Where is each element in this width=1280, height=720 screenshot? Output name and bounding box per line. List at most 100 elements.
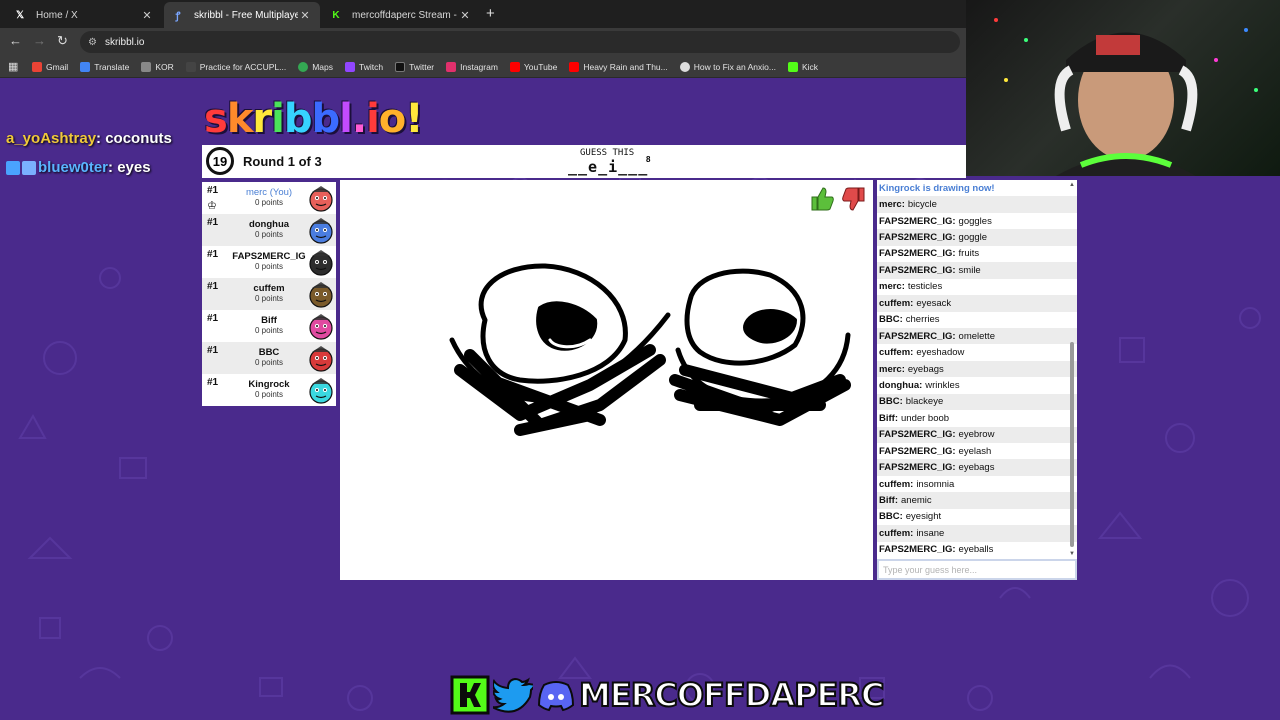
chat-username: FAPS2MERC_IG:	[879, 264, 956, 276]
bookmark-kor[interactable]: KOR	[141, 61, 174, 72]
bookmark-maps[interactable]: Maps	[298, 61, 333, 72]
bookmark-heavy-rain[interactable]: Heavy Rain and Thu...	[569, 61, 668, 72]
site-info-icon[interactable]: ⚙	[88, 37, 97, 48]
bookmark-instagram[interactable]: Instagram	[446, 61, 498, 72]
bookmark-label: Heavy Rain and Thu...	[583, 61, 668, 72]
chat-message: Biff: anemic	[877, 492, 1077, 509]
player-row[interactable]: #1 Kingrock 0 points	[202, 374, 336, 406]
player-row[interactable]: #1 donghua 0 points	[202, 214, 336, 246]
player-row[interactable]: #1 BBC 0 points	[202, 342, 336, 374]
bookmark-practice[interactable]: Practice for ACCUPL...	[185, 61, 286, 72]
chat-text: eyeshadow	[916, 347, 965, 359]
new-tab-icon[interactable]: +	[486, 5, 495, 22]
tab-kick-stream[interactable]: K mercoffdaperc Stream - Watch ✕	[322, 2, 480, 28]
drawing-canvas[interactable]	[340, 180, 873, 580]
chat-message: merc: bicycle	[877, 196, 1077, 213]
chat-username: FAPS2MERC_IG:	[879, 462, 956, 474]
chat-text: eyesack	[916, 297, 952, 309]
chat-messages: Kingrock is drawing now! merc: bicycle FAPS…	[877, 180, 1077, 558]
chat-message: FAPS2MERC_IG: eyeballs	[877, 542, 1077, 558]
chat-username: cuffem:	[879, 347, 914, 359]
tab-home-x[interactable]: 𝕏 Home / X ✕	[6, 2, 162, 28]
scroll-down-icon[interactable]: ▼	[1069, 551, 1075, 557]
chat-text: insane	[916, 527, 945, 539]
player-avatar-icon	[309, 218, 333, 244]
chat-username: cuffem:	[879, 297, 914, 309]
thumbs-down-icon[interactable]	[840, 185, 868, 213]
player-rank: #1	[207, 313, 219, 324]
player-avatar-icon	[309, 346, 333, 372]
bookmark-youtube[interactable]: YouTube	[509, 61, 558, 72]
kick-icon	[450, 675, 490, 715]
apps-grid-icon[interactable]: ▦	[8, 60, 20, 73]
translate-icon	[80, 61, 91, 72]
stream-chat-overlay: a_yoAshtray : coconuts bluew0ter : eyes	[6, 124, 172, 182]
streamer-brand-name: MERCOFFDAPERC	[578, 675, 886, 715]
bookmark-label: KOR	[155, 61, 174, 72]
player-points: 0 points	[254, 390, 284, 399]
player-row[interactable]: #1 Biff 0 points	[202, 310, 336, 342]
bookmark-label: Gmail	[46, 61, 69, 72]
player-row[interactable]: #1 cuffem 0 points	[202, 278, 336, 310]
chat-text: eyelash	[958, 445, 992, 457]
bookmark-label: Twitch	[359, 61, 384, 72]
bookmark-label: Instagram	[460, 61, 498, 72]
logo-letter: l	[339, 96, 353, 142]
instagram-icon	[446, 61, 457, 72]
chat-message: FAPS2MERC_IG: smile	[877, 262, 1077, 279]
close-tab-icon[interactable]: ✕	[140, 9, 154, 22]
thumbs-up-icon[interactable]	[808, 185, 836, 213]
bookmark-twitch[interactable]: Twitch	[345, 61, 384, 72]
forward-arrow-icon[interactable]: →	[33, 33, 46, 48]
player-row[interactable]: #1 ♔ merc (You) 0 points	[202, 182, 336, 214]
player-avatar-icon	[309, 282, 333, 308]
word-hint: __e_i___	[568, 158, 649, 176]
chat-text: anemic	[901, 495, 932, 507]
bookmark-anxiety[interactable]: How to Fix an Anxio...	[679, 61, 776, 72]
player-rank: #1	[207, 249, 219, 260]
player-rank: #1	[207, 217, 219, 228]
reload-icon[interactable]: ↻	[57, 33, 68, 49]
chat-username: merc:	[879, 281, 905, 293]
bookmark-label: YouTube	[523, 61, 558, 72]
chat-scrollbar[interactable]: ▲ ▼	[1069, 182, 1075, 557]
bookmark-kick[interactable]: Kick	[787, 61, 818, 72]
crown-icon: ♔	[207, 200, 217, 212]
player-row[interactable]: #1 FAPS2MERC_IG 0 points	[202, 246, 336, 278]
back-arrow-icon[interactable]: ←	[9, 33, 22, 48]
tab-skribbl[interactable]: ꝭ skribbl - Free Multiplayer Draw ✕	[164, 2, 320, 28]
chat-text: eyeballs	[958, 544, 994, 556]
chat-message: Biff: under boob	[877, 410, 1077, 426]
discord-icon	[537, 681, 575, 712]
chat-text: omelette	[958, 330, 995, 342]
chat-text: goggles	[958, 215, 992, 227]
url-text: skribbl.io	[104, 36, 145, 48]
player-rank: #1	[207, 377, 219, 388]
twitter-bird-icon	[493, 677, 533, 713]
logo-letter: o	[378, 96, 407, 142]
eye-drawing	[449, 263, 851, 436]
player-name: Kingrock	[248, 379, 290, 390]
chat-message: FAPS2MERC_IG: fruits	[877, 246, 1077, 262]
overlay-message: : coconuts	[96, 130, 172, 147]
bookmark-gmail[interactable]: Gmail	[32, 61, 69, 72]
address-bar[interactable]: ⚙ skribbl.io	[80, 31, 960, 53]
logo-letter: b	[283, 96, 313, 142]
player-points: 0 points	[254, 294, 284, 303]
player-name: Biff	[261, 315, 277, 326]
scroll-up-icon[interactable]: ▲	[1069, 182, 1075, 188]
close-tab-icon[interactable]: ✕	[298, 9, 312, 22]
chat-message: merc: eyebags	[877, 360, 1077, 378]
bookmark-twitter[interactable]: Twitter	[395, 61, 434, 72]
scrollbar-thumb[interactable]	[1070, 342, 1074, 547]
logo-letter: s	[204, 96, 228, 142]
chat-username: cuffem:	[879, 478, 914, 490]
chat-username: merc:	[879, 199, 905, 211]
overlay-message: : eyes	[108, 159, 151, 176]
kick-favicon-icon: K	[332, 9, 340, 21]
close-tab-icon[interactable]: ✕	[458, 9, 472, 22]
guess-input[interactable]: Type your guess here...	[877, 559, 1077, 580]
bookmark-translate[interactable]: Translate	[80, 61, 130, 72]
bookmark-label: Translate	[94, 61, 130, 72]
chat-message: FAPS2MERC_IG: goggles	[877, 213, 1077, 229]
